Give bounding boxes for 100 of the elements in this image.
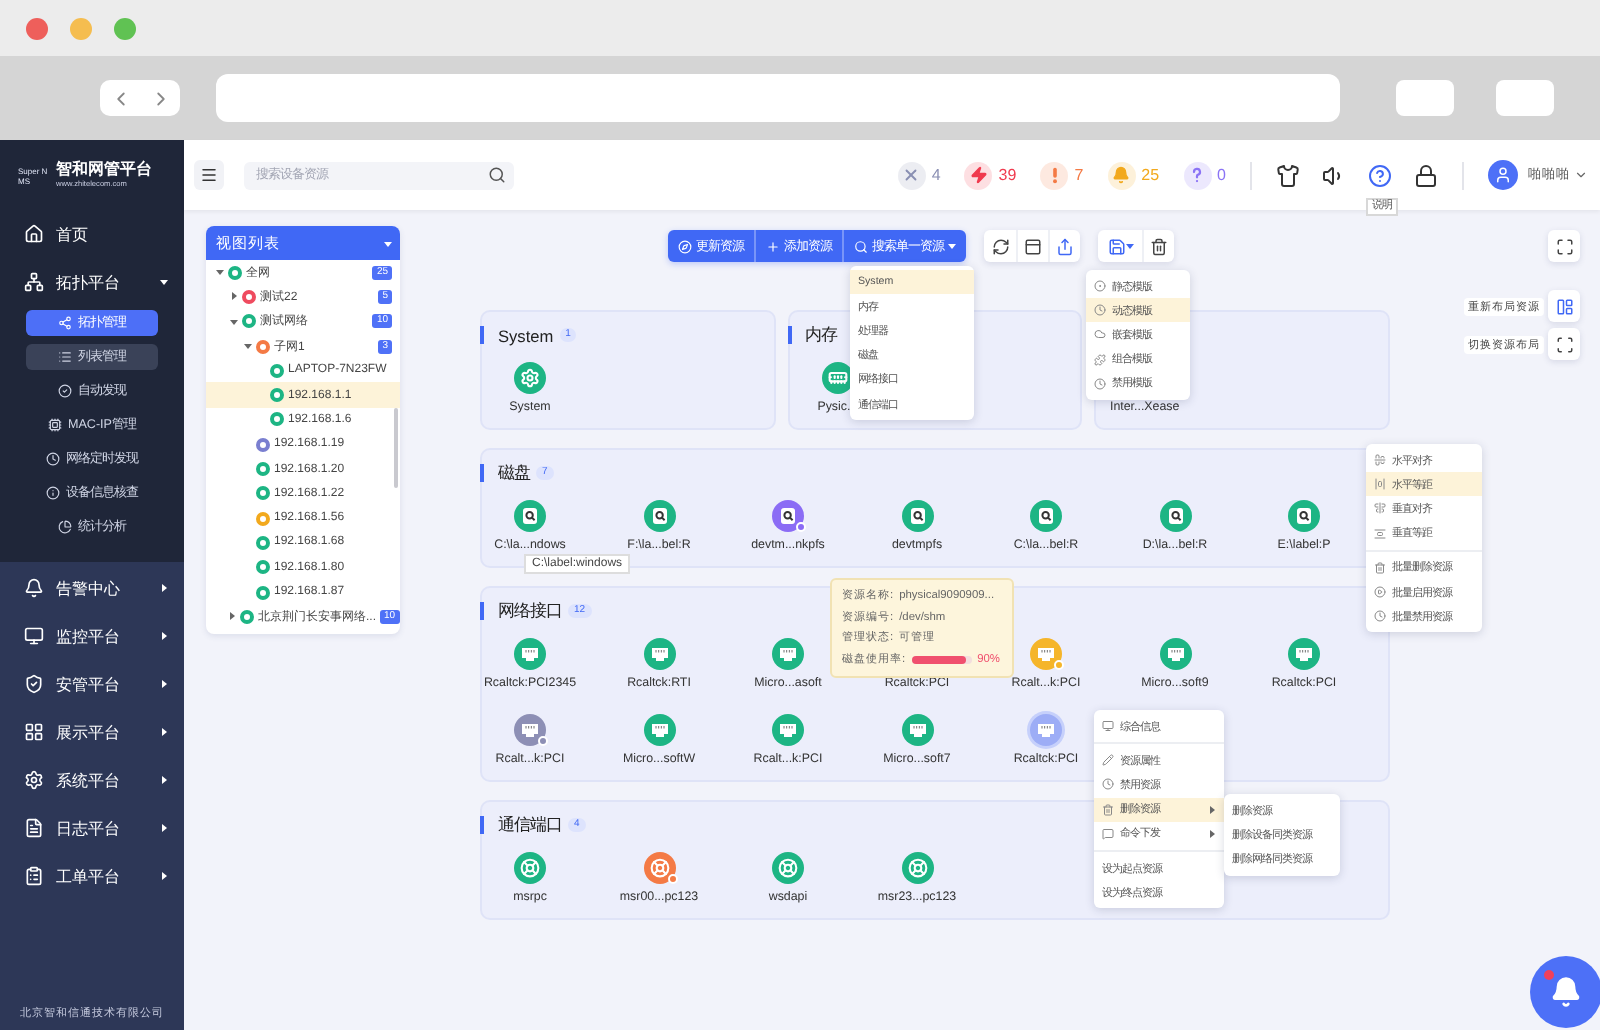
refresh-icon: [991, 237, 1009, 255]
network-port-icon[interactable]: [514, 714, 546, 746]
gear-icon[interactable]: [514, 362, 546, 394]
group-title: System: [498, 325, 554, 345]
clock-icon: [1102, 778, 1114, 791]
ring-icon[interactable]: [772, 852, 804, 884]
disk-icon[interactable]: [772, 500, 804, 532]
caret-icon: [1125, 242, 1133, 250]
fullscreen-button[interactable]: [1548, 230, 1580, 262]
ring-icon[interactable]: [514, 852, 546, 884]
align-icon: [1374, 502, 1386, 515]
collapse-caret-icon[interactable]: [229, 317, 237, 326]
list-icon: [58, 350, 72, 364]
document-icon: [24, 818, 44, 838]
question-icon: [1188, 166, 1207, 184]
pencil-icon: [1102, 754, 1114, 767]
caret-icon[interactable]: [1574, 168, 1588, 182]
notification-button[interactable]: [1530, 956, 1600, 1028]
expand-caret-icon[interactable]: [229, 292, 237, 301]
clock-icon: [1094, 304, 1106, 317]
group-title: 网络接口: [498, 600, 562, 622]
home-icon: [24, 224, 44, 244]
ring-icon[interactable]: [901, 852, 933, 884]
play-icon: [1374, 586, 1386, 599]
bell-icon: [24, 578, 44, 598]
brand-title: 智和网管平台: [56, 160, 152, 180]
disk-icon[interactable]: [514, 500, 546, 532]
plus-icon: [766, 239, 780, 253]
memory-icon[interactable]: [821, 362, 854, 394]
menu-toggle-button[interactable]: [194, 160, 224, 190]
info-icon: [46, 486, 60, 500]
window-icon: [1024, 237, 1042, 255]
ring-icon[interactable]: [643, 852, 675, 884]
submenu-caret-icon: [1208, 829, 1216, 838]
compass-icon: [678, 239, 692, 253]
disk-icon[interactable]: [1288, 500, 1320, 532]
shield-icon: [24, 674, 44, 694]
shirt-icon[interactable]: [1276, 163, 1300, 187]
close-icon: [902, 166, 921, 184]
grid-icon: [24, 722, 44, 742]
disk-icon[interactable]: [901, 500, 933, 532]
bell-icon: [1112, 166, 1131, 184]
search-icon: [488, 166, 506, 184]
monitor-icon: [24, 626, 44, 646]
pie-chart-icon: [58, 520, 72, 534]
trash-icon: [1374, 561, 1386, 574]
sidebar-menu-item[interactable]: 首页: [0, 210, 184, 258]
export-icon: [1056, 237, 1074, 255]
scrollbar[interactable]: [394, 408, 398, 488]
lock-icon[interactable]: [1414, 163, 1438, 187]
sidebar-menu-item[interactable]: 展示平台: [0, 708, 184, 756]
network-port-icon[interactable]: [643, 638, 675, 670]
caret-icon: [384, 239, 392, 247]
align-icon: [1374, 454, 1386, 467]
lightning-icon: [969, 166, 988, 184]
help-icon[interactable]: [1368, 163, 1392, 187]
group-title: 磁盘: [498, 462, 530, 484]
cloud-icon: [1094, 328, 1106, 341]
layout-button[interactable]: [1548, 328, 1580, 360]
scan-icon: [1555, 335, 1573, 353]
window-close-button[interactable]: [26, 17, 48, 39]
disk-icon[interactable]: [1030, 500, 1062, 532]
disk-icon[interactable]: [1159, 500, 1191, 532]
share-icon: [58, 316, 72, 330]
sidebar-menu-item[interactable]: 监控平台: [0, 612, 184, 660]
submenu-caret-icon: [1208, 805, 1216, 814]
collapse-caret-icon[interactable]: [215, 268, 223, 277]
network-port-icon[interactable]: [1030, 714, 1062, 746]
network-port-icon[interactable]: [1159, 638, 1191, 670]
bell-icon: [1550, 976, 1582, 1008]
network-port-icon[interactable]: [901, 714, 933, 746]
caret-icon: [948, 242, 956, 250]
alert-count[interactable]: 39: [998, 166, 1017, 184]
network-port-icon[interactable]: [514, 638, 546, 670]
disk-icon[interactable]: [643, 500, 675, 532]
chip-icon: [47, 418, 62, 432]
sidebar-menu-item[interactable]: 安管平台: [0, 660, 184, 708]
sidebar-menu-item[interactable]: 日志平台: [0, 804, 184, 852]
sidebar-menu-item[interactable]: 工单平台: [0, 852, 184, 900]
network-port-icon[interactable]: [772, 638, 804, 670]
monitor-icon: [1102, 720, 1114, 733]
clock-icon: [1374, 610, 1386, 623]
clipboard-icon: [24, 866, 44, 886]
clock-icon: [46, 452, 60, 466]
collapse-caret-icon[interactable]: [243, 342, 251, 351]
sidebar-menu-item[interactable]: 告警中心: [0, 564, 184, 612]
network-port-icon[interactable]: [643, 714, 675, 746]
network-port-icon[interactable]: [1288, 638, 1320, 670]
sidebar-menu-item[interactable]: 系统平台: [0, 756, 184, 804]
message-icon: [1102, 827, 1114, 840]
network-port-icon[interactable]: [772, 714, 804, 746]
alert-count[interactable]: 0: [1217, 166, 1226, 184]
group-title: 通信端口: [498, 814, 562, 836]
expand-caret-icon[interactable]: [228, 612, 236, 621]
sidebar-menu-item[interactable]: 拓扑平台: [0, 258, 184, 306]
avatar-icon[interactable]: [1488, 160, 1518, 190]
network-icon: [24, 272, 44, 292]
layout-button[interactable]: [1548, 290, 1580, 322]
speaker-icon[interactable]: [1322, 163, 1346, 187]
distribute-icon: [1374, 478, 1386, 491]
